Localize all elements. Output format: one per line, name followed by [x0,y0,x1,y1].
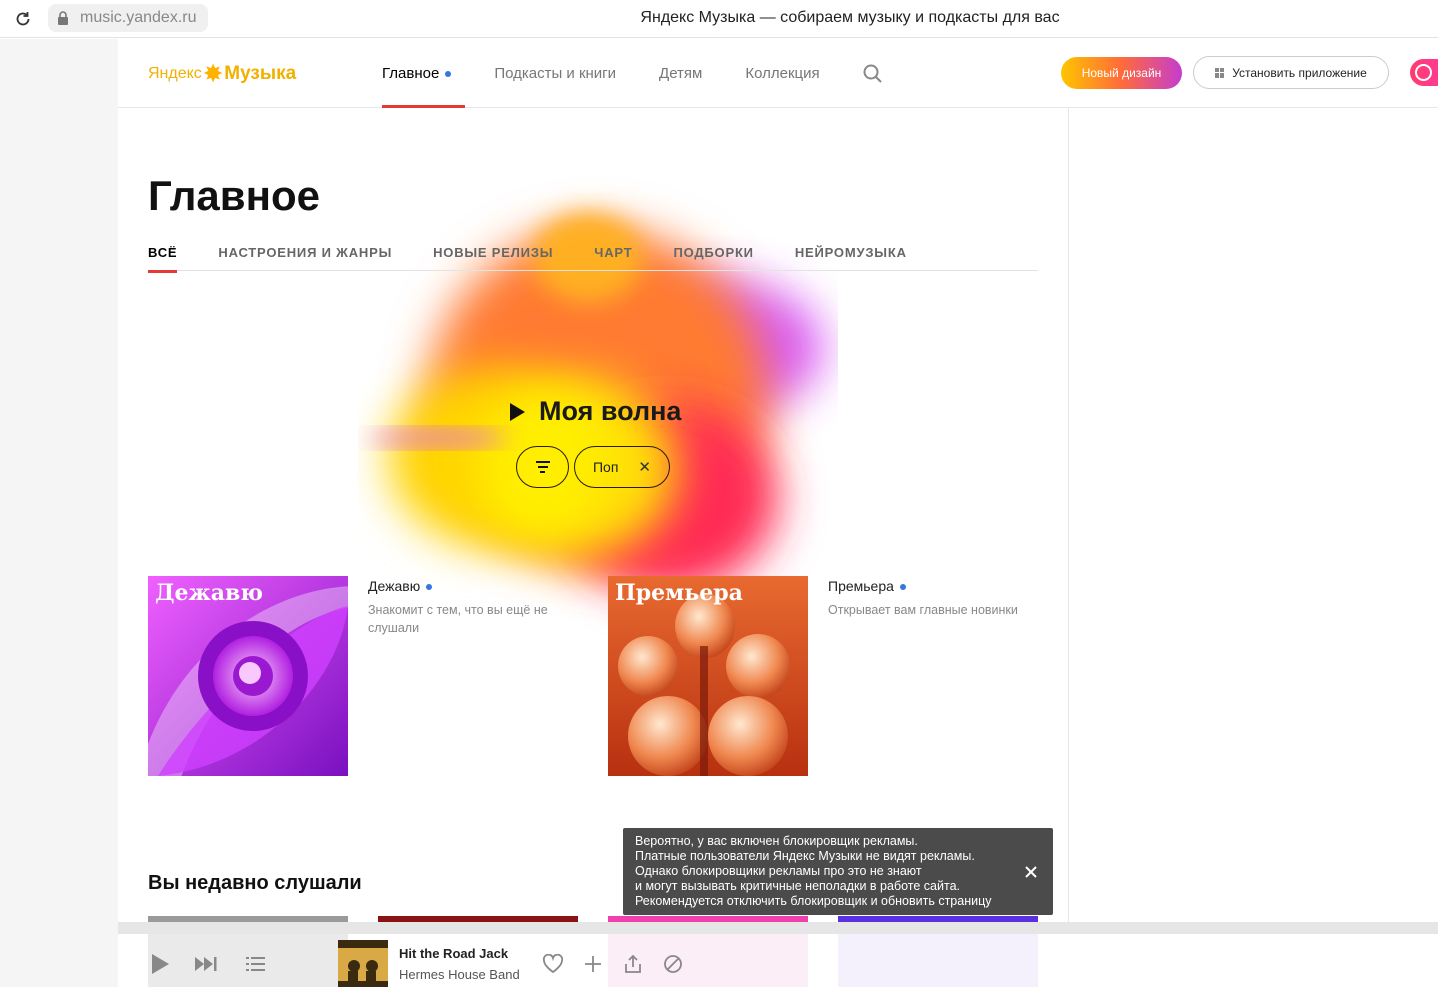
tab-neuromusic[interactable]: НЕЙРОМУЗЫКА [795,245,907,271]
left-gutter [0,39,118,987]
browser-toolbar: music.yandex.ru Яндекс Музыка — собираем… [0,0,1438,38]
tab-new-releases[interactable]: НОВЫЕ РЕЛИЗЫ [433,245,553,271]
new-dot [426,584,433,591]
logo[interactable]: Яндекс ✸ Музыка [148,61,296,87]
lock-icon [58,11,68,25]
sun-icon: ✸ [203,61,223,86]
track-artist[interactable]: Hermes House Band [399,967,520,982]
reload-icon[interactable] [12,8,34,30]
close-icon[interactable]: ✕ [638,458,651,476]
block-icon[interactable] [661,952,685,976]
nav-item-main[interactable]: Главное [382,65,466,108]
wave-genre-chip[interactable]: Поп ✕ [574,446,670,488]
premiere-artwork [608,576,808,776]
category-tabs: ВСЁ НАСТРОЕНИЯ И ЖАНРЫ НОВЫЕ РЕЛИЗЫ ЧАРТ… [148,245,1038,273]
wave-settings-button[interactable] [516,446,569,488]
next-track-icon[interactable] [194,952,218,976]
dejavu-info: Дежавю Знакомит с тем, что вы ещё не слу… [368,578,568,637]
new-dot [899,584,906,591]
track-cover[interactable] [338,940,388,987]
tab-collections[interactable]: ПОДБОРКИ [673,245,753,271]
playlist-title[interactable]: Дежавю [368,578,568,594]
album-art [338,940,388,987]
filter-icon [535,461,550,473]
nav-item-podcasts[interactable]: Подкасты и книги [494,65,616,108]
my-wave-play-button[interactable]: Моя волна [510,396,681,427]
add-icon[interactable] [581,952,605,976]
tab-title: Яндекс Музыка — собираем музыку и подкас… [640,9,1060,26]
premiere-cover[interactable]: Премьера [608,576,808,776]
main-content: Главное ВСЁ НАСТРОЕНИЯ И ЖАНРЫ НОВЫЕ РЕЛ… [118,108,1068,928]
recent-cover-ghost [838,934,1038,987]
windows-icon [1215,67,1225,78]
tab-chart[interactable]: ЧАРТ [594,245,632,271]
dejavu-artwork [148,576,348,776]
tab-all[interactable]: ВСЁ [148,245,178,273]
playlist-description: Открывает вам главные новинки [828,603,1018,617]
share-icon[interactable] [621,952,645,976]
right-sidebar [1068,108,1438,928]
url-text: music.yandex.ru [80,9,197,26]
queue-icon[interactable] [244,952,268,976]
playlist-description: Знакомит с тем, что вы ещё не слушали [368,603,548,635]
plus-icon [1415,64,1432,81]
logo-yandex-text: Яндекс [148,65,202,82]
logo-music-text: Музыка [224,63,297,84]
cover-title: Премьера [615,580,743,606]
install-app-button[interactable]: Установить приложение [1193,56,1389,89]
plus-button[interactable] [1410,59,1438,86]
nav-item-collection[interactable]: Коллекция [745,65,819,108]
close-icon[interactable] [1023,864,1039,880]
cover-title: Дежавю [155,580,263,606]
page-title: Главное [148,172,320,219]
player-bar: Hit the Road Jack Hermes House Band [118,922,1438,987]
play-icon[interactable] [148,952,172,976]
my-wave-title: Моя волна [539,396,682,426]
play-icon [510,402,525,421]
tab-moods-genres[interactable]: НАСТРОЕНИЯ И ЖАНРЫ [218,245,392,271]
new-dot [445,71,452,78]
track-title[interactable]: Hit the Road Jack [399,946,508,961]
main-nav: Главное Подкасты и книги Детям Коллекция [382,65,863,108]
like-heart-icon[interactable] [541,952,565,976]
new-design-button[interactable]: Новый дизайн [1061,57,1182,89]
site-header: Яндекс ✸ Музыка Главное Подкасты и книги… [118,39,1438,108]
premiere-info: Премьера Открывает вам главные новинки [828,578,1028,619]
recently-played-title: Вы недавно слушали [148,872,362,894]
playlist-title[interactable]: Премьера [828,578,1028,594]
address-bar[interactable]: music.yandex.ru [48,4,208,32]
nav-item-kids[interactable]: Детям [659,65,702,108]
search-icon[interactable] [862,63,884,85]
dejavu-cover[interactable]: Дежавю [148,576,348,776]
adblock-notice: Вероятно, у вас включен блокировщик рекл… [623,828,1053,915]
